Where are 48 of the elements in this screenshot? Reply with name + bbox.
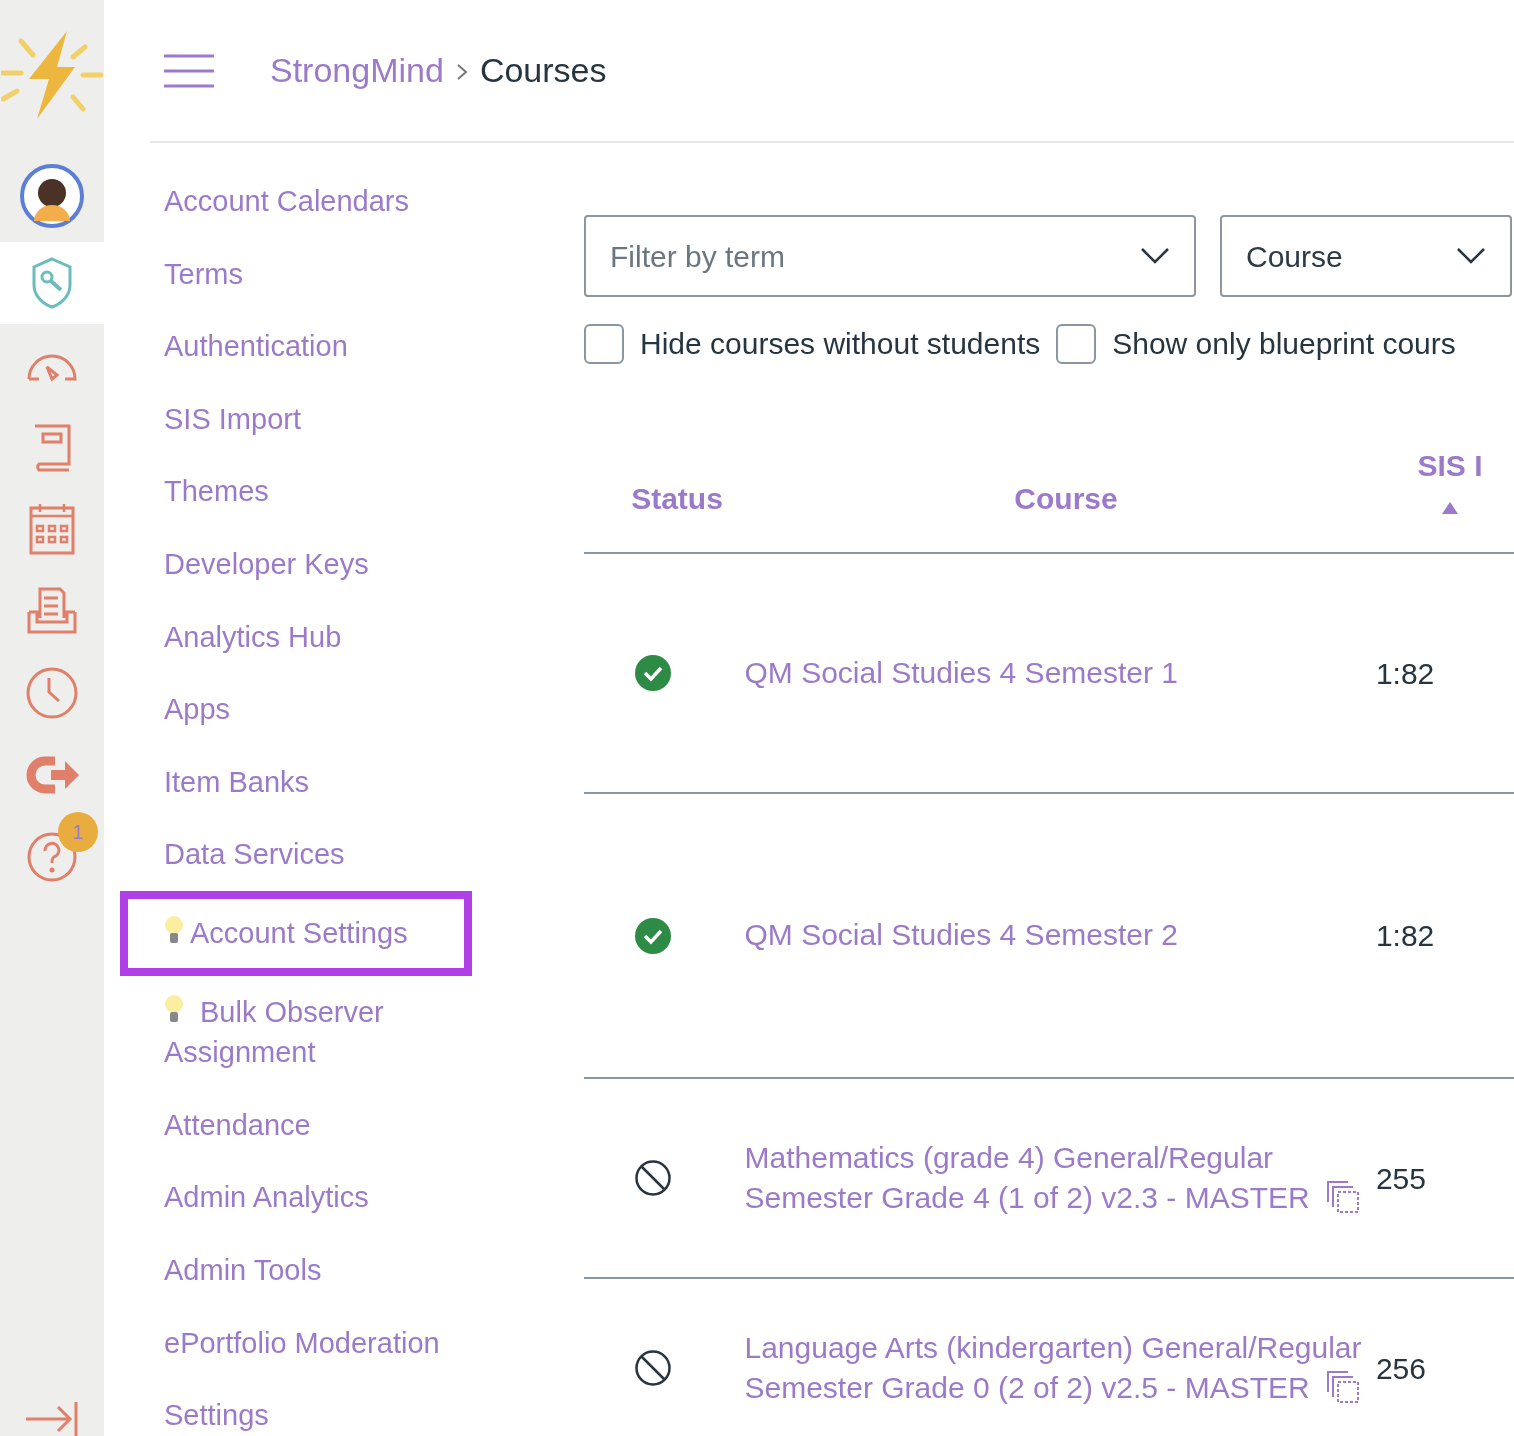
nav-link[interactable]: Bulk Observer Assignment xyxy=(120,975,472,1089)
inbox-icon[interactable] xyxy=(25,586,79,636)
checkbox-label: Show only blueprint cours xyxy=(1112,326,1456,362)
nav-link[interactable]: Account Settings xyxy=(120,890,472,976)
chevron-down-icon xyxy=(1456,247,1486,265)
lightning-logo-icon[interactable] xyxy=(1,29,103,121)
course-link[interactable]: QM Social Studies 4 Semester 1 xyxy=(744,652,1179,694)
shield-key-icon[interactable] xyxy=(30,257,74,309)
collapse-arrow-icon[interactable] xyxy=(26,1402,78,1436)
nav-link[interactable]: Data Services xyxy=(120,818,472,891)
nav-link[interactable]: Themes xyxy=(120,455,472,528)
avatar-icon[interactable] xyxy=(19,163,85,229)
chevron-down-icon xyxy=(1140,247,1170,265)
sis-id-cell: 1:82 xyxy=(1375,656,1435,690)
course-type-dropdown[interactable]: Course xyxy=(1220,215,1512,297)
column-header[interactable]: Course xyxy=(1014,475,1118,521)
column-header[interactable]: SIS I xyxy=(1417,442,1483,488)
nav-link[interactable]: Apps xyxy=(120,673,472,746)
course-link[interactable]: QM Social Studies 4 Semester 2 xyxy=(744,915,1179,956)
notification-badge: 1 xyxy=(58,812,98,852)
term-filter-dropdown[interactable]: Filter by term xyxy=(584,215,1196,297)
nav-link[interactable]: SIS Import xyxy=(120,382,472,456)
checkbox-label: Hide courses without students xyxy=(640,326,1041,362)
nav-link[interactable]: Settings xyxy=(120,1379,472,1436)
menu-icon[interactable] xyxy=(164,53,214,88)
sis-id-cell: 256 xyxy=(1375,1351,1426,1385)
nav-link[interactable]: Terms xyxy=(120,237,472,311)
nav-link[interactable]: Item Banks xyxy=(120,745,472,819)
nav-link[interactable]: ePortfolio Moderation xyxy=(120,1306,472,1380)
nav-link[interactable]: Admin Analytics xyxy=(120,1161,472,1234)
course-link[interactable]: Language Arts (kindergarten) General/Regular Semester Grade 0 (2 of 2) v2.5 - MASTER xyxy=(744,1327,1376,1409)
logout-icon[interactable] xyxy=(25,755,79,795)
sis-id-cell: 1:82 xyxy=(1375,919,1435,952)
nav-link[interactable]: Analytics Hub xyxy=(120,600,472,674)
clock-icon[interactable] xyxy=(25,666,79,720)
nav-link[interactable]: Attendance xyxy=(120,1088,472,1162)
column-header[interactable]: Status xyxy=(631,475,723,521)
nav-link[interactable]: Developer Keys xyxy=(120,527,472,601)
nav-link[interactable]: Admin Tools xyxy=(120,1233,472,1307)
checkbox[interactable] xyxy=(584,323,624,364)
nav-link[interactable]: Authentication xyxy=(120,310,472,383)
nav-link[interactable]: Account Calendars xyxy=(120,165,472,238)
sis-id-cell: 255 xyxy=(1375,1161,1426,1195)
checkbox[interactable] xyxy=(1056,323,1097,364)
breadcrumb-current: Courses xyxy=(479,50,607,91)
calendar-icon[interactable] xyxy=(28,502,76,556)
course-link[interactable]: Mathematics (grade 4) General/Regular Semester Grade 4 (1 of 2) v2.3 - MASTER xyxy=(744,1137,1376,1219)
breadcrumb-link[interactable]: StrongMind xyxy=(270,45,444,96)
